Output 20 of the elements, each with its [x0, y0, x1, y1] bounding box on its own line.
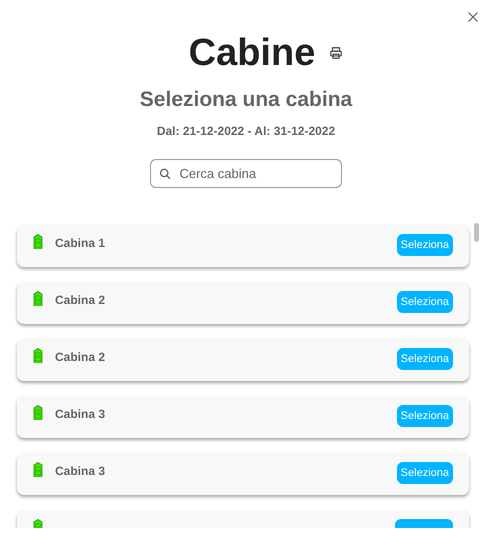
select-button[interactable]: Seleziona: [396, 234, 453, 256]
scrollbar-thumb[interactable]: [474, 223, 479, 242]
select-button[interactable]: Seleziona: [396, 462, 453, 484]
cabin-name: Cabina 1: [55, 236, 106, 250]
select-button[interactable]: Seleziona: [396, 405, 453, 427]
date-range: Dal: 21-12-2022 - Al: 31-12-2022: [156, 124, 336, 138]
cabin-name: Cabina 3: [55, 464, 106, 478]
select-button[interactable]: Seleziona: [396, 348, 453, 370]
cabin-name: Cabina 2: [55, 293, 106, 307]
subtitle: Seleziona una cabina: [140, 88, 352, 112]
search-icon: [159, 166, 172, 180]
search-field[interactable]: Cerca cabina: [150, 159, 342, 188]
cabin-name: Cabina 2: [55, 350, 106, 364]
dialog-title: Cabine: [188, 31, 316, 76]
close-icon: [468, 12, 478, 22]
select-button[interactable]: Seleziona: [396, 291, 453, 313]
print-button[interactable]: [329, 46, 344, 60]
print-icon: [329, 46, 344, 60]
cabin-name: Cabina 3: [55, 407, 106, 421]
close-button[interactable]: [466, 10, 480, 24]
